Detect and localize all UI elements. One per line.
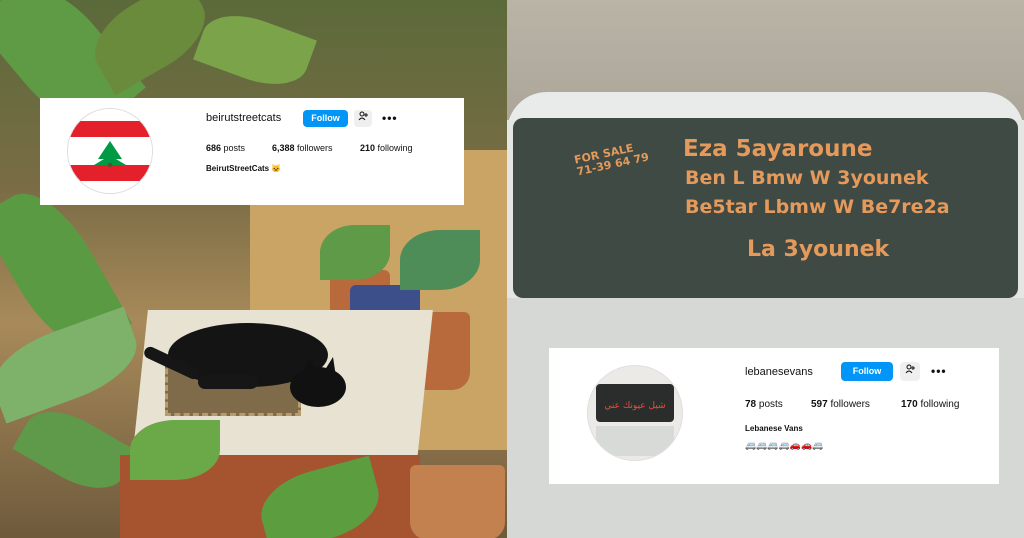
message-line-4: La 3younek: [747, 237, 890, 262]
suggest-user-button[interactable]: [354, 110, 372, 127]
following-count: 170: [901, 399, 918, 410]
message-line-2: Ben L Bmw W 3younek: [685, 167, 929, 189]
bio-name: BeirutStreetCats 🐱: [206, 164, 282, 173]
following-label: following: [377, 143, 413, 153]
following-count: 210: [360, 143, 376, 153]
posts-label: posts: [223, 143, 246, 153]
followers-label: followers: [297, 143, 333, 153]
bio-emojis: 🚐🚐🚐🚐🚗🚗🚐: [745, 440, 824, 450]
cat-photo: [0, 0, 507, 538]
posts-stat[interactable]: 78 posts: [745, 399, 783, 410]
plant-leaf: [0, 306, 148, 424]
followers-stat[interactable]: 597 followers: [811, 399, 870, 410]
svg-text:شيل عيونك عني: شيل عيونك عني: [604, 401, 665, 411]
plant-pot: [410, 465, 505, 538]
van-photo-thumbnail: شيل عيونك عني: [588, 366, 682, 460]
plant-leaf: [193, 2, 317, 98]
lebanon-flag-icon: [68, 109, 152, 193]
profile-card-lebanesevans: شيل عيونك عني lebanesevans Follow ••• 78…: [549, 348, 999, 484]
posts-count: 78: [745, 399, 757, 410]
person-add-icon: [905, 364, 915, 374]
following-stat[interactable]: 170 following: [901, 399, 959, 410]
followers-count: 6,388: [272, 143, 295, 153]
suggest-user-button[interactable]: [900, 362, 920, 381]
profile-card-beirutstreetcats: beirutstreetcats Follow ••• 686 posts 6,…: [40, 98, 464, 205]
avatar[interactable]: [67, 108, 153, 194]
username[interactable]: lebanesevans: [745, 366, 813, 378]
succulent: [320, 225, 390, 280]
message-line-3: Be5tar Lbmw W Be7re2a: [685, 196, 950, 218]
avatar[interactable]: شيل عيونك عني: [587, 365, 683, 461]
person-add-icon: [358, 111, 368, 121]
posts-stat[interactable]: 686 posts: [206, 143, 245, 153]
black-cat: [144, 323, 346, 407]
posts-count: 686: [206, 143, 222, 153]
bio-name: Lebanese Vans: [745, 424, 803, 433]
following-label: following: [920, 399, 960, 410]
more-options-icon[interactable]: •••: [382, 111, 398, 125]
followers-label: followers: [830, 399, 870, 410]
plant-leaf: [130, 420, 220, 480]
followers-count: 597: [811, 399, 828, 410]
posts-label: posts: [758, 399, 783, 410]
follow-button[interactable]: Follow: [303, 110, 348, 127]
follow-button[interactable]: Follow: [841, 362, 893, 381]
followers-stat[interactable]: 6,388 followers: [272, 143, 333, 153]
following-stat[interactable]: 210 following: [360, 143, 413, 153]
for-sale-sticker: FOR SALE 71-39 64 79: [573, 140, 650, 178]
message-line-1: Eza 5ayaroune: [683, 136, 873, 162]
more-options-icon[interactable]: •••: [931, 364, 947, 378]
username[interactable]: beirutstreetcats: [206, 112, 281, 124]
succulent: [400, 230, 480, 290]
